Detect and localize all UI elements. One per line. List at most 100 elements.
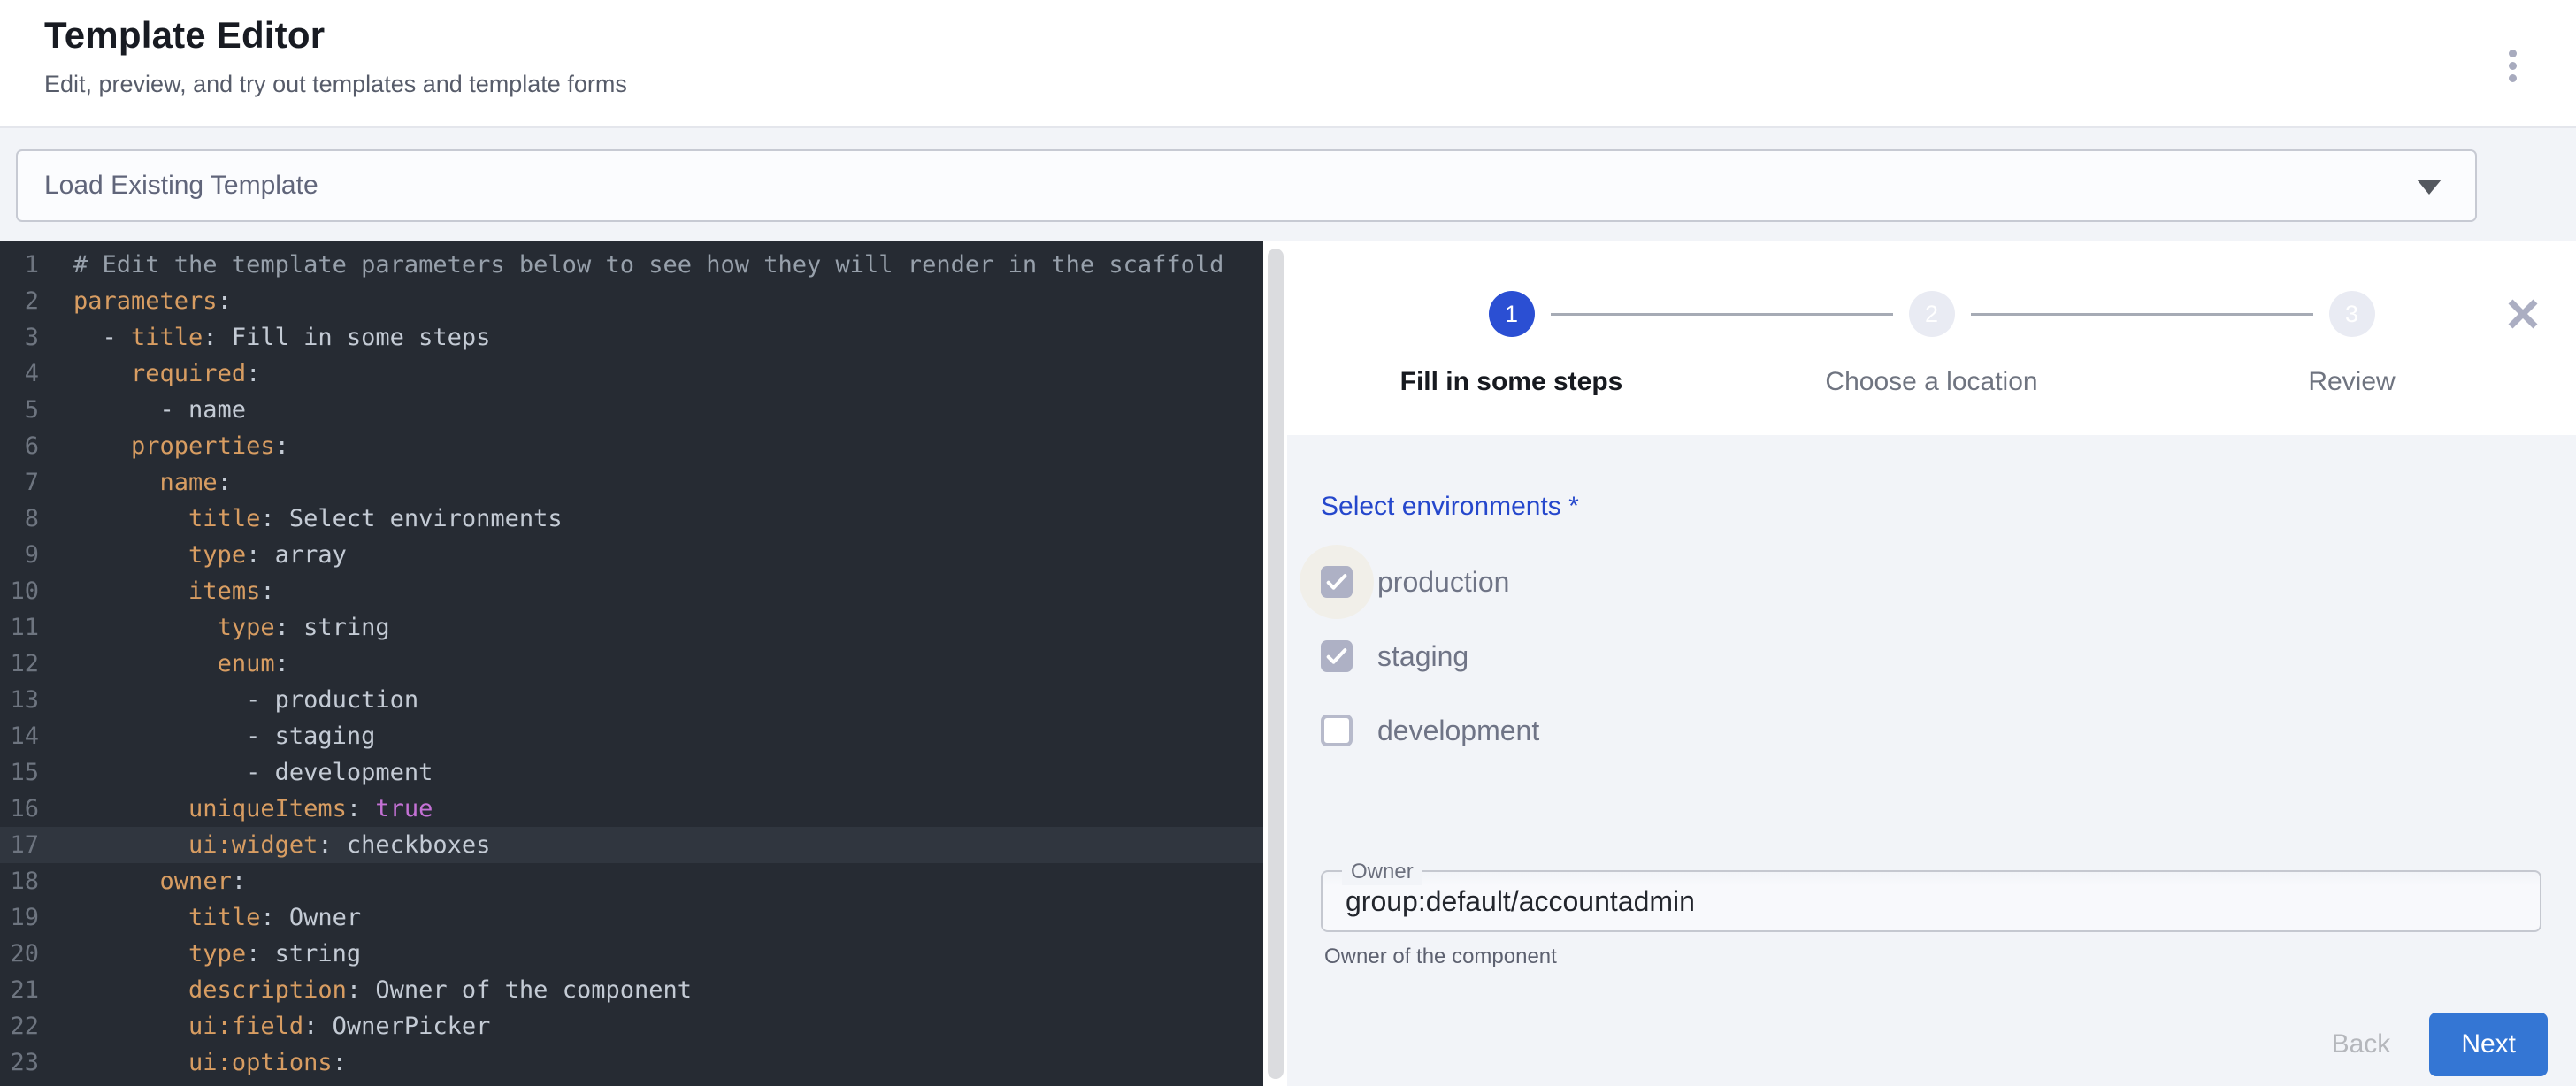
resize-handle[interactable] xyxy=(1268,249,1284,1079)
stepper-connector xyxy=(1551,313,1893,316)
line-number: 2 xyxy=(0,283,51,319)
step-label: Review xyxy=(2142,367,2562,397)
page-header: Template Editor Edit, preview, and try o… xyxy=(0,0,2576,126)
code-line: 4 required: xyxy=(0,356,1263,392)
checkbox[interactable] xyxy=(1321,566,1353,598)
page-title: Template Editor xyxy=(44,14,2576,57)
wizard-actions: Back Next xyxy=(2305,1013,2548,1076)
line-number: 16 xyxy=(0,791,51,827)
owner-outlined-field: Owner xyxy=(1321,870,2542,932)
line-number: 19 xyxy=(0,899,51,936)
code-line: 24 catalogFilter: xyxy=(0,1081,1263,1086)
code-text: - title: Fill in some steps xyxy=(51,319,490,356)
code-line: 19 title: Owner xyxy=(0,899,1263,936)
line-number: 17 xyxy=(0,827,51,863)
stepper: 1 Fill in some steps 2 Choose a location… xyxy=(1287,241,2576,435)
checkbox-label[interactable]: staging xyxy=(1377,640,1468,673)
code-line: 6 properties: xyxy=(0,428,1263,464)
code-line: 10 items: xyxy=(0,573,1263,609)
code-line: 23 ui:options: xyxy=(0,1044,1263,1081)
editor-preview-divider xyxy=(1263,241,1287,1086)
line-number: 14 xyxy=(0,718,51,754)
line-number: 9 xyxy=(0,537,51,573)
line-number: 11 xyxy=(0,609,51,646)
next-button[interactable]: Next xyxy=(2429,1013,2548,1076)
code-line: 13 - production xyxy=(0,682,1263,718)
code-text: uniqueItems: true xyxy=(51,791,433,827)
more-options-button[interactable] xyxy=(2491,34,2534,97)
code-text: - staging xyxy=(51,718,375,754)
code-text: properties: xyxy=(51,428,289,464)
environment-option-row[interactable]: staging xyxy=(1321,619,2544,693)
code-line: 14 - staging xyxy=(0,718,1263,754)
code-text: enum: xyxy=(51,646,289,682)
stepper-step: 1 Fill in some steps xyxy=(1301,291,1721,397)
line-number: 6 xyxy=(0,428,51,464)
code-text: type: string xyxy=(51,609,390,646)
code-line: 18 owner: xyxy=(0,863,1263,899)
code-text: name: xyxy=(51,464,232,501)
environments-field-label: Select environments * xyxy=(1321,492,2544,522)
code-line: 16 uniqueItems: true xyxy=(0,791,1263,827)
code-text: items: xyxy=(51,573,275,609)
code-line: 9 type: array xyxy=(0,537,1263,573)
check-icon xyxy=(1322,568,1351,596)
code-text: description: Owner of the component xyxy=(51,972,692,1008)
line-number: 21 xyxy=(0,972,51,1008)
code-text: type: string xyxy=(51,936,361,972)
code-text: - name xyxy=(51,392,246,428)
step-number-badge: 1 xyxy=(1489,291,1535,337)
form-preview-panel: 1 Fill in some steps 2 Choose a location… xyxy=(1287,241,2576,1086)
line-number: 10 xyxy=(0,573,51,609)
code-line: 1 # Edit the template parameters below t… xyxy=(0,247,1263,283)
line-number: 3 xyxy=(0,319,51,356)
owner-field-group: Owner Owner of the component xyxy=(1321,870,2542,969)
code-line: 20 type: string xyxy=(0,936,1263,972)
page-subtitle: Edit, preview, and try out templates and… xyxy=(44,71,2576,98)
checkbox[interactable] xyxy=(1321,715,1353,746)
load-existing-template-select[interactable]: Load Existing Template xyxy=(16,149,2477,222)
code-line: 8 title: Select environments xyxy=(0,501,1263,537)
code-line: 17 ui:widget: checkboxes xyxy=(0,827,1263,863)
form-fields-panel: Select environments * production xyxy=(1287,435,2576,1086)
code-text: - development xyxy=(51,754,433,791)
checkbox-label[interactable]: production xyxy=(1377,566,1509,599)
line-number: 18 xyxy=(0,863,51,899)
code-text: title: Owner xyxy=(51,899,361,936)
kebab-menu-icon xyxy=(2509,50,2517,57)
environment-option-row[interactable]: development xyxy=(1321,693,2544,768)
code-text: ui:widget: checkboxes xyxy=(51,827,490,863)
line-number: 5 xyxy=(0,392,51,428)
line-number: 7 xyxy=(0,464,51,501)
owner-helper-text: Owner of the component xyxy=(1324,945,2542,969)
code-text: - production xyxy=(51,682,418,718)
line-number: 13 xyxy=(0,682,51,718)
template-code-editor[interactable]: 1 # Edit the template parameters below t… xyxy=(0,241,1263,1086)
owner-input[interactable] xyxy=(1322,872,2540,930)
code-line: 2 parameters: xyxy=(0,283,1263,319)
code-text: ui:options: xyxy=(51,1044,347,1081)
checkbox-label[interactable]: development xyxy=(1377,715,1539,747)
environment-option-row[interactable]: production xyxy=(1321,545,2544,619)
code-line: 12 enum: xyxy=(0,646,1263,682)
stepper-connector xyxy=(1971,313,2313,316)
line-number: 20 xyxy=(0,936,51,972)
line-number: 24 xyxy=(0,1081,51,1086)
code-line: 22 ui:field: OwnerPicker xyxy=(0,1008,1263,1044)
code-line: 11 type: string xyxy=(0,609,1263,646)
line-number: 1 xyxy=(0,247,51,283)
checkbox[interactable] xyxy=(1321,640,1353,672)
back-button[interactable]: Back xyxy=(2305,1013,2418,1075)
code-line: 21 description: Owner of the component xyxy=(0,972,1263,1008)
required-asterisk: * xyxy=(1561,492,1579,521)
step-number-badge: 3 xyxy=(2329,291,2375,337)
line-number: 22 xyxy=(0,1008,51,1044)
code-line: 3 - title: Fill in some steps xyxy=(0,319,1263,356)
line-number: 8 xyxy=(0,501,51,537)
step-label: Choose a location xyxy=(1721,367,2142,397)
code-text: required: xyxy=(51,356,260,392)
step-label: Fill in some steps xyxy=(1301,367,1721,397)
load-existing-template-placeholder: Load Existing Template xyxy=(44,171,318,201)
stepper-step: 2 Choose a location xyxy=(1721,291,2142,397)
code-text: owner: xyxy=(51,863,246,899)
